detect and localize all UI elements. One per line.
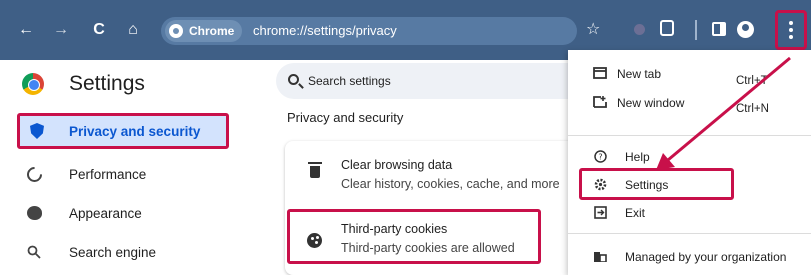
chrome-icon xyxy=(169,24,183,38)
site-chip[interactable]: Chrome xyxy=(165,20,243,42)
forward-arrow-icon[interactable]: → xyxy=(50,19,72,41)
new-tab-icon xyxy=(593,66,607,80)
search-icon xyxy=(288,74,299,85)
search-placeholder: Search settings xyxy=(308,74,391,88)
clear-browsing-data-title[interactable]: Clear browsing data xyxy=(341,158,452,172)
section-title: Privacy and security xyxy=(287,110,404,125)
palette-icon xyxy=(25,204,43,222)
extension-icon[interactable] xyxy=(634,24,645,35)
sidebar-item-label: Appearance xyxy=(69,205,142,221)
sidebar-item-search-engine[interactable]: Search engine xyxy=(17,235,267,269)
search-icon xyxy=(25,243,43,261)
toolbar-divider xyxy=(695,20,697,40)
menu-item-help[interactable]: Help xyxy=(625,150,650,164)
menu-divider xyxy=(568,233,811,234)
back-arrow-icon[interactable]: ← xyxy=(15,19,37,41)
new-window-shortcut: Ctrl+N xyxy=(736,103,769,115)
sidebar-item-performance[interactable]: Performance xyxy=(17,157,267,191)
url-text[interactable]: chrome://settings/privacy xyxy=(253,23,397,38)
building-icon xyxy=(593,249,607,263)
menu-divider xyxy=(568,135,811,136)
settings-search-input[interactable]: Search settings xyxy=(276,63,576,99)
bookmark-star-icon[interactable]: ☆ xyxy=(586,19,600,39)
menu-item-new-tab[interactable]: New tab xyxy=(617,67,661,81)
shield-icon xyxy=(28,122,46,140)
chrome-logo-icon xyxy=(22,73,44,95)
help-icon: ? xyxy=(593,149,607,163)
new-window-icon xyxy=(593,95,607,109)
highlight-box-settings xyxy=(579,168,734,200)
page-title: Settings xyxy=(69,72,145,95)
sidebar-item-label: Performance xyxy=(69,166,147,182)
highlight-box-third-party-cookies xyxy=(287,209,541,264)
home-icon[interactable]: ⌂ xyxy=(122,19,144,41)
extensions-puzzle-icon[interactable] xyxy=(660,20,674,36)
menu-item-new-window[interactable]: New window xyxy=(617,96,684,110)
sidebar-item-label: Privacy and security xyxy=(69,123,201,139)
trash-icon xyxy=(308,162,322,178)
speedometer-icon xyxy=(23,163,45,185)
side-panel-icon[interactable] xyxy=(712,22,726,36)
sidebar-item-privacy[interactable]: Privacy and security xyxy=(17,113,229,149)
menu-item-exit[interactable]: Exit xyxy=(625,206,645,220)
sidebar-item-label: Search engine xyxy=(69,244,157,260)
managed-by-organization[interactable]: Managed by your organization xyxy=(625,250,786,264)
site-chip-label: Chrome xyxy=(189,24,235,38)
sidebar-item-appearance[interactable]: Appearance xyxy=(17,196,267,230)
reload-icon[interactable]: C xyxy=(88,19,110,41)
exit-icon xyxy=(593,205,607,219)
clear-browsing-data-subtitle: Clear history, cookies, cache, and more xyxy=(341,177,560,191)
highlight-box-menu-button xyxy=(775,10,807,50)
profile-avatar-icon[interactable] xyxy=(737,21,754,38)
svg-text:?: ? xyxy=(598,152,602,161)
new-tab-shortcut: Ctrl+T xyxy=(736,75,768,87)
address-bar[interactable]: Chrome chrome://settings/privacy xyxy=(161,17,577,45)
